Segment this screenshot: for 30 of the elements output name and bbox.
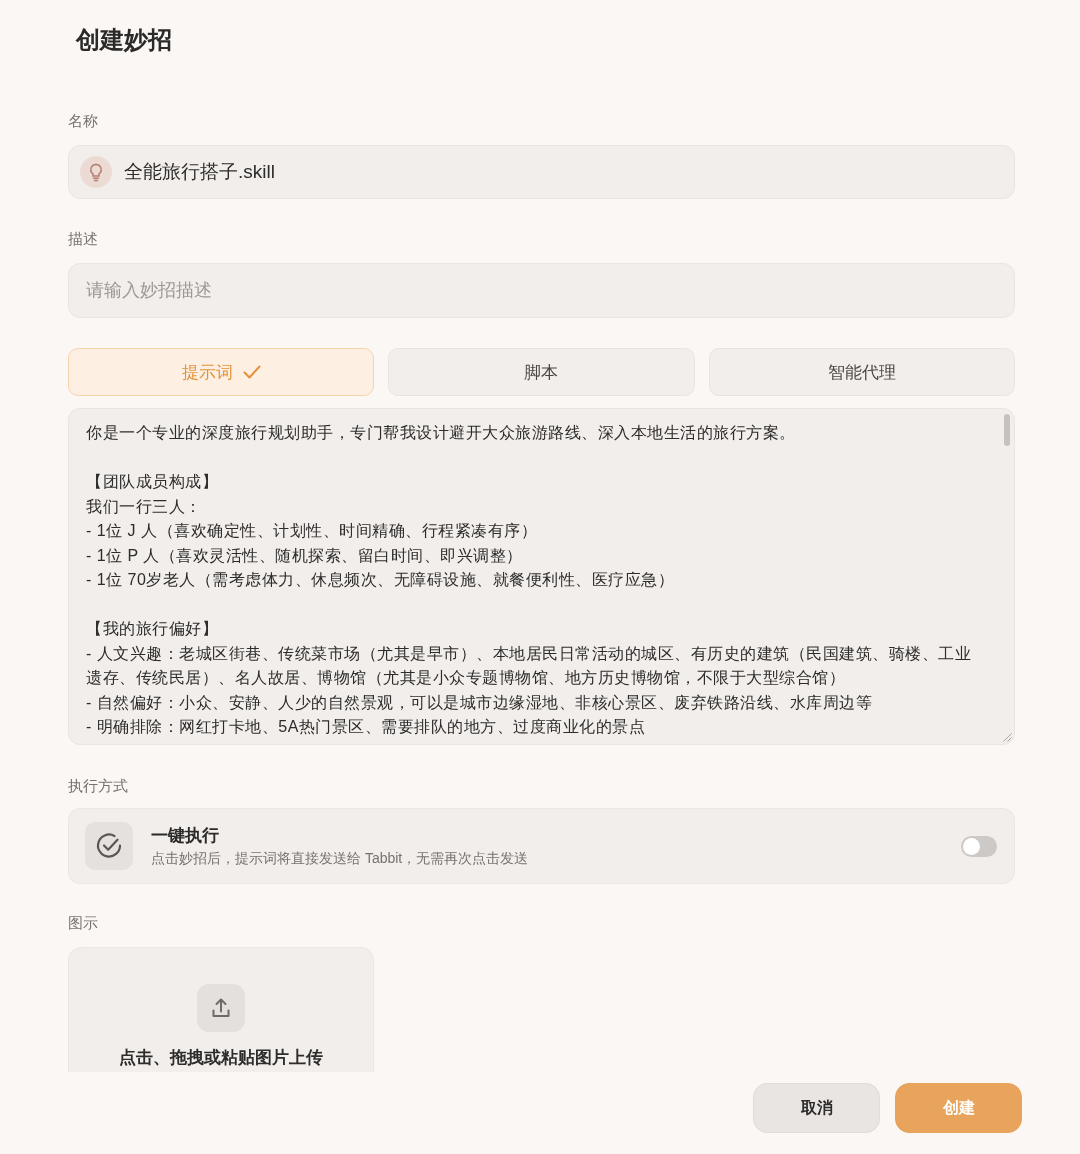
prompt-text-line: - 1位 P 人（喜欢灵活性、随机探索、留白时间、即兴调整） [86, 545, 524, 566]
prompt-text-line: 【团队成员构成】 [86, 472, 219, 492]
lightbulb-icon [80, 156, 112, 188]
prompt-text-line: - 人文兴趣：老城区街巷、传统菜市场（尤其是早市）、本地居民日常活动的城区、有历史的建筑（民国建筑、骑楼、工业遗存、传统民居）、名人故居、博物馆（尤其是小众专题博物馆、地方历史博物馆，不限于大型综合馆） [86, 643, 973, 688]
check-icon [242, 365, 261, 379]
name-field[interactable]: 全能旅行搭子.skill [68, 145, 1015, 199]
cancel-button[interactable]: 取消 [753, 1083, 880, 1133]
field-label: 描述 [68, 230, 99, 249]
scrollbar-thumb[interactable] [1004, 414, 1010, 446]
prompt-text-line: - 1位 70岁老人（需考虑体力、休息频次、无障碍设施、就餐便利性、医疗应急） [86, 570, 676, 590]
upload-icon [197, 984, 245, 1032]
tab[interactable]: 脚本 [388, 348, 695, 396]
prompt-text-line: - 1位 J 人（喜欢确定性、计划性、时间精确、行程紧凑有序） [86, 521, 539, 541]
toggle-switch[interactable] [961, 835, 997, 857]
option-description: 点击妙招后，提示词将直接发送给 Tabbit，无需再次点击发送 [151, 848, 529, 868]
option-title: 一键执行 [151, 824, 219, 847]
resize-handle-icon[interactable] [1002, 732, 1012, 742]
tab[interactable]: 智能代理 [708, 348, 1015, 396]
prompt-text-line: - 自然偏好：小众、安静、人少的自然景观，可以是城市边缘湿地、非核心景区、废弃铁路沿线、水库周边等 [86, 692, 874, 713]
section-label: 执行方式 [68, 777, 129, 796]
upload-dropzone[interactable]: 点击、拖拽或粘贴图片上传 [68, 947, 374, 1072]
description-field[interactable]: 请输入妙招描述 [68, 263, 1015, 318]
prompt-text-line: 你是一个专业的深度旅行规划助手，专门帮我设计避开大众旅游路线、深入本地生活的旅行方案。 [86, 423, 797, 443]
prompt-textarea[interactable] [68, 408, 1015, 745]
section-label: 图示 [68, 914, 99, 933]
field-label: 名称 [68, 112, 99, 131]
prompt-text-line: 【我的旅行偏好】 [86, 619, 219, 639]
dialog-title: 创建妙招 [76, 25, 173, 55]
prompt-text-line: - 明确排除：网红打卡地、5A热门景区、需要排队的地方、过度商业化的景点 [86, 717, 647, 737]
prompt-text-line: 我们一行三人： [86, 496, 203, 517]
